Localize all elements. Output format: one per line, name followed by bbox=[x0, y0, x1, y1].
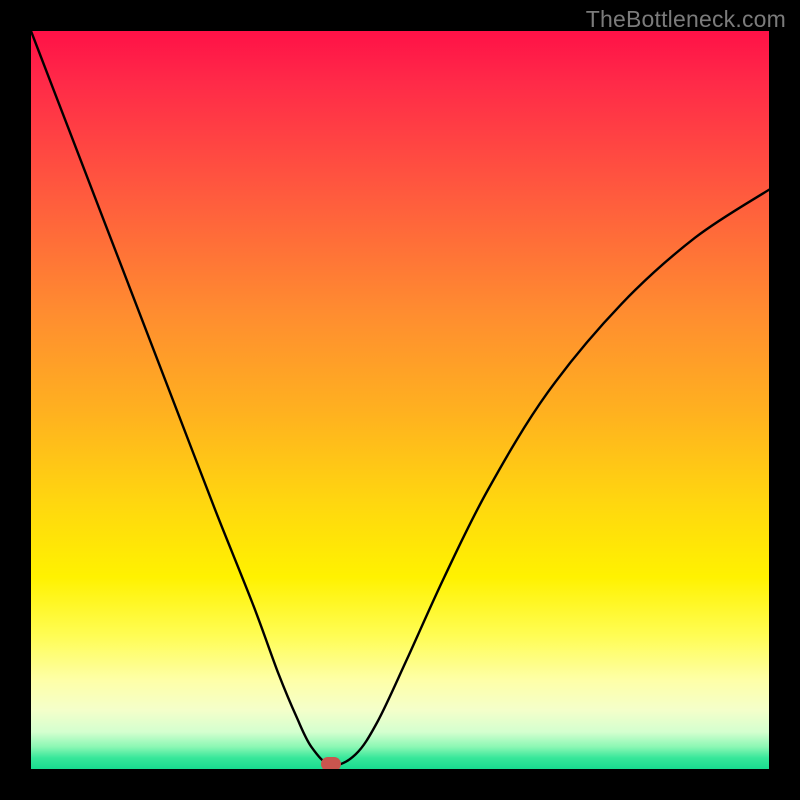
bottleneck-curve bbox=[31, 31, 769, 769]
watermark-text: TheBottleneck.com bbox=[586, 6, 786, 33]
minimum-marker bbox=[321, 757, 341, 769]
plot-area bbox=[31, 31, 769, 769]
chart-frame: TheBottleneck.com bbox=[0, 0, 800, 800]
